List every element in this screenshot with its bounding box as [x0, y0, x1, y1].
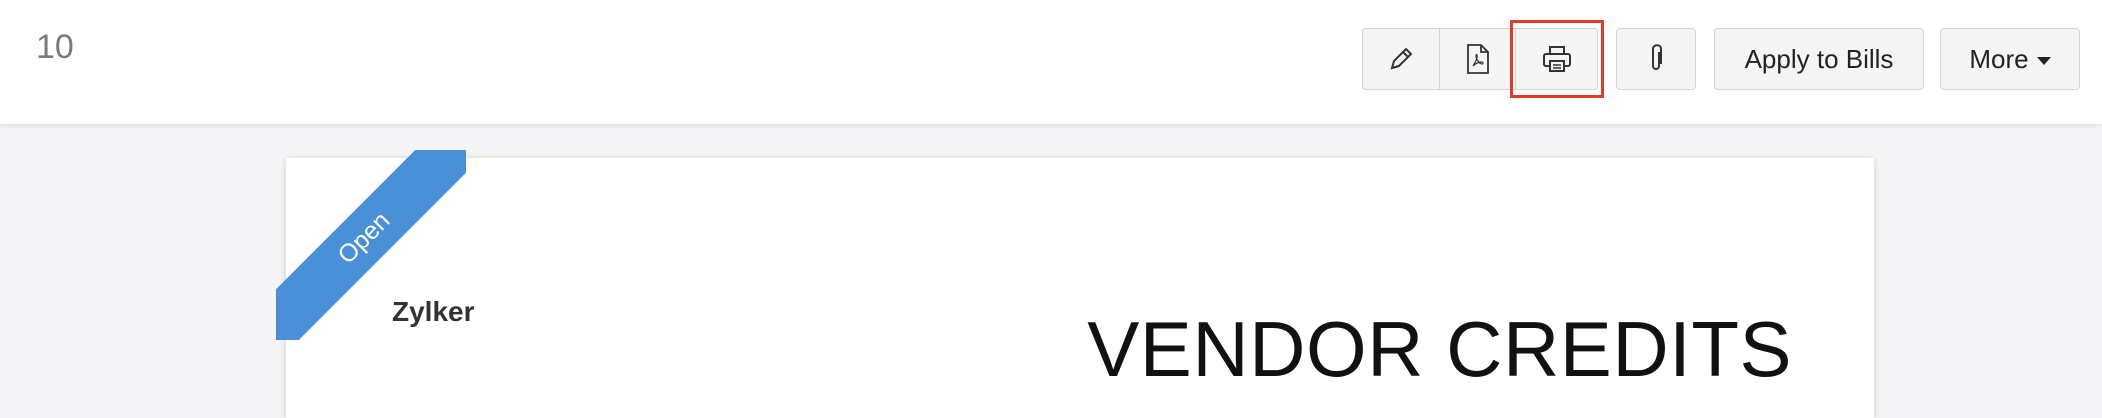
more-label: More — [1969, 43, 2029, 74]
attach-button[interactable] — [1616, 28, 1696, 90]
print-button[interactable] — [1516, 28, 1598, 90]
more-dropdown-button[interactable]: More — [1940, 28, 2080, 90]
caret-down-icon — [2036, 57, 2051, 65]
company-name: Zylker — [392, 296, 475, 327]
apply-to-bills-button[interactable]: Apply to Bills — [1714, 28, 1924, 90]
pdf-button[interactable] — [1440, 28, 1516, 90]
top-toolbar: 10 Apply to Bills More — [0, 0, 2102, 125]
printer-icon — [1541, 44, 1573, 74]
edit-button[interactable] — [1362, 28, 1440, 90]
apply-to-bills-label: Apply to Bills — [1744, 43, 1894, 74]
pdf-icon — [1465, 43, 1491, 75]
paperclip-icon — [1644, 42, 1668, 76]
pencil-icon — [1386, 44, 1416, 74]
document-title: VENDOR CREDITS — [1087, 305, 1792, 393]
document-number: 10 — [36, 28, 74, 66]
